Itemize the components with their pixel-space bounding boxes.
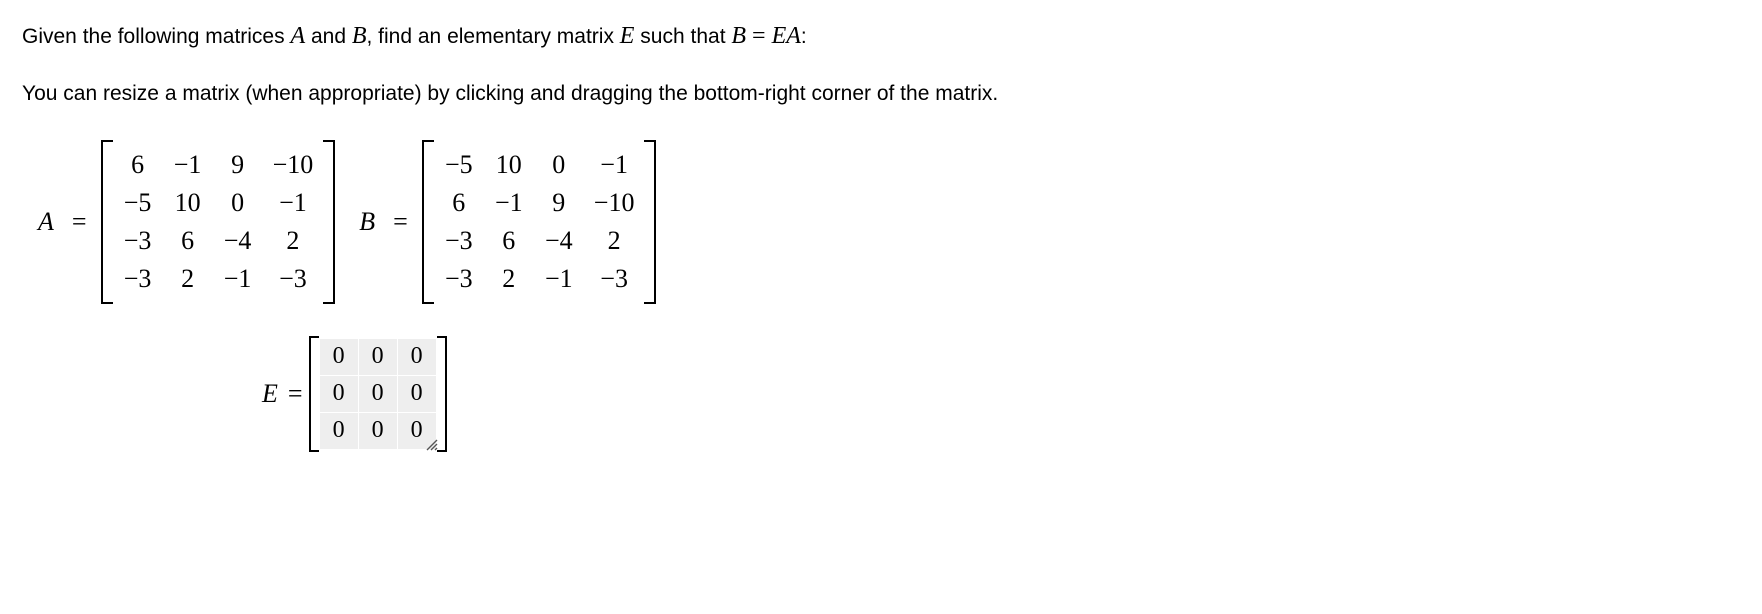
problem-statement-2: You can resize a matrix (when appropriat… (22, 78, 1740, 110)
text: such that (634, 25, 731, 48)
matrix-A-label: A (38, 207, 54, 237)
matrix-E-input[interactable]: 000 000 000 (319, 338, 437, 450)
matrix-A: 6−19−10 −5100−1 −36−42 −32−1−3 (101, 140, 336, 304)
eq-rhs: EA (772, 23, 801, 49)
eq-lhs: B (731, 23, 746, 49)
matrix-cell-input[interactable]: 0 (397, 375, 436, 412)
matrix-row: −5100−1 (113, 184, 324, 222)
text: Given the following matrices (22, 25, 290, 48)
matrix-A-equation: A = 6−19−10 −5100−1 −36−42 −32−1−3 (38, 140, 335, 304)
matrix-row: −32−1−3 (113, 260, 324, 298)
text: , find an elementary matrix (367, 25, 620, 48)
matrix-cell-input[interactable]: 0 (358, 338, 397, 375)
matrix-row: −36−42 (113, 222, 324, 260)
matrix-row: −36−42 (434, 222, 645, 260)
given-matrices: A = 6−19−10 −5100−1 −36−42 −32−1−3 B = −… (38, 140, 1740, 304)
matrix-cell-input[interactable]: 0 (397, 338, 436, 375)
matrix-row: 6−19−10 (113, 146, 324, 184)
matrix-row: 000 (319, 338, 436, 375)
matrix-row: −5100−1 (434, 146, 645, 184)
matrix-cell-input[interactable]: 0 (319, 338, 358, 375)
text: and (305, 25, 352, 48)
equals-sign: = (393, 207, 408, 237)
text: : (801, 25, 807, 48)
matrix-row: 6−19−10 (434, 184, 645, 222)
matrix-row: 000 (319, 375, 436, 412)
matrix-E-label: E (262, 379, 278, 409)
matrix-cell-input[interactable]: 0 (358, 375, 397, 412)
var-E: E (620, 23, 635, 49)
matrix-cell-input[interactable]: 0 (358, 412, 397, 449)
matrix-B-equation: B = −5100−1 6−19−10 −36−42 −32−1−3 (359, 140, 656, 304)
problem-statement-1: Given the following matrices A and B, fi… (22, 18, 1740, 54)
var-A: A (290, 23, 305, 49)
matrix-B-label: B (359, 207, 375, 237)
matrix-cell-input[interactable]: 0 (319, 375, 358, 412)
equals-sign: = (72, 207, 87, 237)
matrix-row: −32−1−3 (434, 260, 645, 298)
resize-handle-icon[interactable] (425, 438, 439, 452)
matrix-B: −5100−1 6−19−10 −36−42 −32−1−3 (422, 140, 657, 304)
answer-E-equation: E = 000 000 000 (262, 338, 1740, 450)
matrix-cell-input[interactable]: 0 (319, 412, 358, 449)
eq-op: = (746, 23, 772, 49)
equals-sign: = (288, 379, 303, 409)
matrix-row: 000 (319, 412, 436, 449)
var-B: B (352, 23, 367, 49)
matrix-E-brackets: 000 000 000 (309, 338, 447, 450)
